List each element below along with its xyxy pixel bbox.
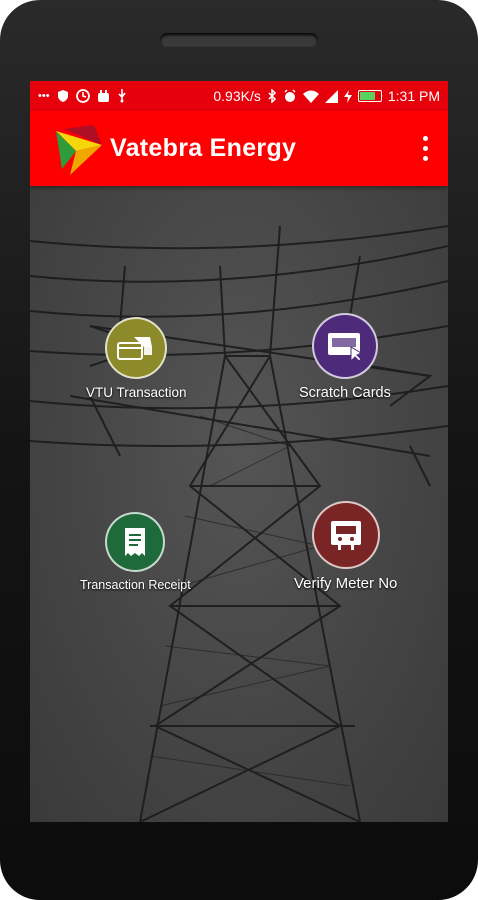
vtu-transaction-tile[interactable]: VTU Transaction [86, 317, 187, 400]
speaker-grille [160, 33, 318, 47]
phone-frame: ••• 0.93K/s 1:31 PM Vatebra Energy VTU T… [0, 0, 478, 900]
scratch-card-icon [327, 333, 362, 363]
meter-icon [330, 521, 361, 550]
transaction-receipt-label: Transaction Receipt [80, 578, 191, 592]
receipt-icon [125, 528, 146, 556]
vtu-transaction-label: VTU Transaction [86, 385, 187, 400]
usb-icon [117, 89, 126, 103]
vtu-transaction-circle [105, 317, 168, 379]
shield-icon [57, 90, 68, 102]
more-dots-icon: ••• [38, 90, 50, 102]
alarm-icon [284, 89, 296, 102]
robot-icon [97, 90, 109, 102]
transaction-receipt-tile[interactable]: Transaction Receipt [80, 512, 191, 592]
vatebra-logo [56, 124, 102, 175]
overflow-menu-icon[interactable] [423, 136, 428, 161]
network-speed: 0.93K/s [213, 88, 261, 104]
status-bar: ••• 0.93K/s 1:31 PM [30, 81, 448, 111]
charging-icon [343, 89, 352, 103]
verify-meter-label: Verify Meter No [294, 575, 398, 592]
card-hand-icon [117, 337, 153, 360]
battery-icon [357, 90, 382, 102]
wifi-icon [302, 90, 319, 103]
app-title: Vatebra Energy [110, 134, 297, 162]
clock-time: 1:31 PM [387, 88, 440, 104]
scratch-cards-circle [311, 313, 378, 379]
verify-meter-circle [311, 501, 380, 569]
verify-meter-tile[interactable]: Verify Meter No [294, 501, 397, 592]
clock-icon [75, 89, 90, 103]
signal-icon [324, 89, 338, 103]
scratch-cards-label: Scratch Cards [299, 385, 391, 401]
screen: ••• 0.93K/s 1:31 PM Vatebra Energy VTU T… [30, 81, 448, 822]
app-bar: Vatebra Energy [30, 111, 448, 186]
scratch-cards-tile[interactable]: Scratch Cards [299, 313, 391, 401]
phone-bottom-bezel [0, 822, 478, 900]
bluetooth-icon [268, 89, 276, 103]
transaction-receipt-circle [105, 512, 166, 572]
